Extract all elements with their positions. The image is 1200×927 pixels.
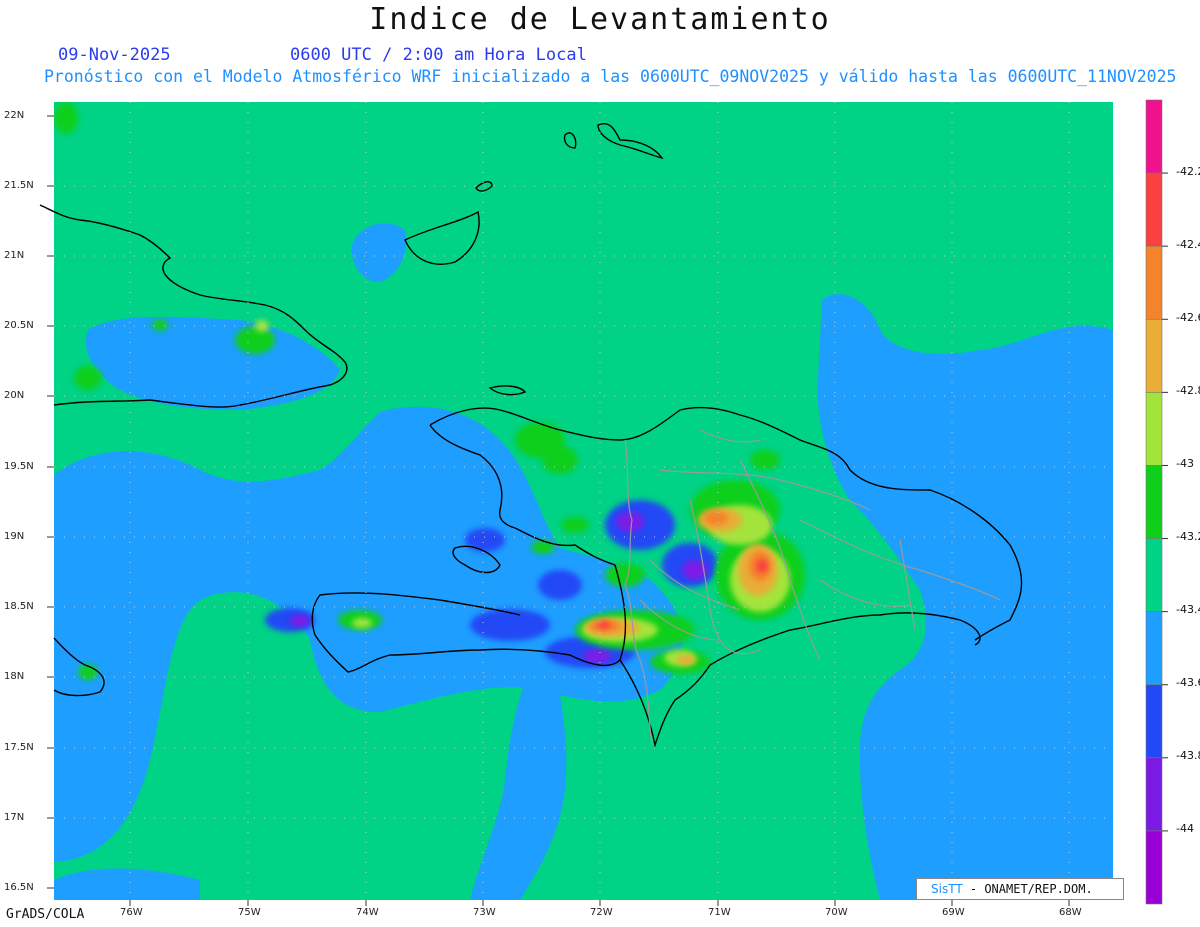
- colorbar-label: -43.2: [1176, 530, 1200, 543]
- lat-label: 20N: [4, 390, 25, 401]
- colorbar-segment: [1145, 318, 1163, 393]
- colorbar-segment: [1145, 245, 1163, 320]
- colorbar-segment: [1145, 99, 1163, 174]
- lat-label: 17N: [4, 812, 25, 823]
- lat-label: 21.5N: [4, 180, 34, 191]
- software-credit: GrADS/COLA: [6, 907, 85, 922]
- lon-label: 70W: [825, 907, 848, 918]
- lat-label: 19N: [4, 531, 25, 542]
- colorbar-segment: [1145, 172, 1163, 247]
- lon-label: 73W: [473, 907, 496, 918]
- colorbar-label: -43.4: [1176, 603, 1200, 616]
- lifted-index-map: [39, 99, 1168, 906]
- lon-label: 68W: [1059, 907, 1082, 918]
- lon-label: 76W: [120, 907, 143, 918]
- lon-label: 75W: [238, 907, 261, 918]
- colorbar-segment: [1145, 757, 1163, 832]
- lat-label: 16.5N: [4, 882, 34, 893]
- lat-label: 21N: [4, 250, 25, 261]
- credit-text: - ONAMET/REP.DOM.: [962, 882, 1093, 896]
- colorbar-label: -42.2: [1176, 165, 1200, 178]
- lon-label: 72W: [590, 907, 613, 918]
- colorbar-segment: [1145, 611, 1163, 686]
- colorbar-label: -42.4: [1176, 238, 1200, 251]
- colorbar-label: -42.8: [1176, 384, 1200, 397]
- lat-label: 18.5N: [4, 601, 34, 612]
- colorbar-segment: [1145, 684, 1163, 759]
- lon-label: 69W: [942, 907, 965, 918]
- colorbar-label: -44: [1176, 822, 1194, 835]
- lat-label: 19.5N: [4, 461, 34, 472]
- colorbar-label: -43: [1176, 457, 1194, 470]
- colorbar: [1145, 99, 1168, 905]
- colorbar-label: -42.6: [1176, 311, 1200, 324]
- colorbar-segment: [1145, 392, 1163, 466]
- colorbar-label: -43.8: [1176, 749, 1200, 762]
- lon-label: 74W: [356, 907, 379, 918]
- map-field: [54, 102, 1113, 900]
- credit-box: SisTT - ONAMET/REP.DOM.: [916, 878, 1124, 900]
- colorbar-label: -43.6: [1176, 676, 1200, 689]
- colorbar-segment: [1145, 830, 1163, 905]
- lat-label: 22N: [4, 110, 25, 121]
- colorbar-segment: [1145, 465, 1163, 539]
- lat-label: 17.5N: [4, 742, 34, 753]
- lat-label: 18N: [4, 671, 25, 682]
- lat-label: 20.5N: [4, 320, 34, 331]
- credit-brand: SisTT: [931, 882, 963, 896]
- colorbar-segment: [1145, 538, 1163, 612]
- lon-label: 71W: [708, 907, 731, 918]
